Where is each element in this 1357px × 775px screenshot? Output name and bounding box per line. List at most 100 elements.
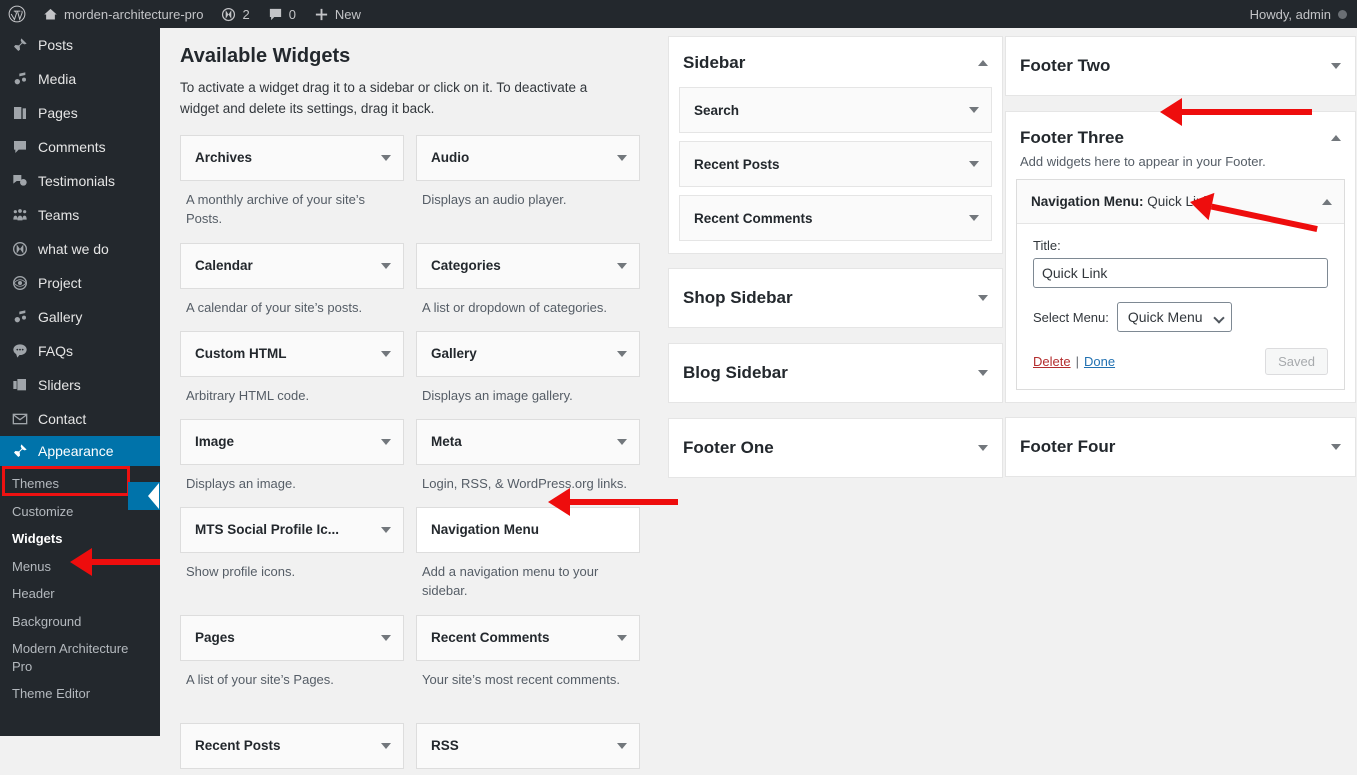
- sidebar-item-testimonials[interactable]: Testimonials: [0, 164, 160, 198]
- chevron-up-icon[interactable]: [1331, 135, 1341, 141]
- sidebar-panel-body-footer-three: Navigation Menu: Quick Link Title: Selec…: [1006, 179, 1355, 402]
- chevron-up-icon[interactable]: [978, 60, 988, 66]
- sidebar-item-appearance[interactable]: Appearance: [0, 436, 160, 466]
- available-widget-archives[interactable]: Archives: [180, 135, 404, 181]
- sidebar-panel-footer-four[interactable]: Footer Four: [1005, 417, 1356, 477]
- chevron-down-icon[interactable]: [978, 370, 988, 376]
- chevron-down-icon[interactable]: [969, 161, 979, 167]
- chevron-down-icon[interactable]: [381, 351, 391, 357]
- sidebar-widget-recent-posts[interactable]: Recent Posts: [679, 141, 992, 187]
- available-widget-rss[interactable]: RSS: [416, 723, 640, 769]
- save-button[interactable]: Saved: [1265, 348, 1328, 375]
- available-widget-gallery[interactable]: Gallery: [416, 331, 640, 377]
- sidebar-panel-header-shop-sidebar[interactable]: Shop Sidebar: [669, 269, 1002, 327]
- chevron-down-icon[interactable]: [617, 155, 627, 161]
- sidebar-panel-header-footer-one[interactable]: Footer One: [669, 419, 1002, 477]
- chevron-down-icon[interactable]: [381, 439, 391, 445]
- available-widget-recent-posts[interactable]: Recent Posts: [180, 723, 404, 769]
- chevron-down-icon[interactable]: [978, 295, 988, 301]
- sidebar-widget-recent-comments[interactable]: Recent Comments: [679, 195, 992, 241]
- sidebar-item-faqs[interactable]: FAQs: [0, 334, 160, 368]
- sidebar-item-project[interactable]: Project: [0, 266, 160, 300]
- submenu-item-modern-architecture-pro[interactable]: Modern Architecture Pro: [0, 635, 140, 680]
- sidebar-widget-header[interactable]: Search: [680, 88, 991, 132]
- chevron-down-icon[interactable]: [617, 439, 627, 445]
- updates-button[interactable]: 2: [212, 0, 258, 28]
- chevron-down-icon[interactable]: [617, 635, 627, 641]
- wordpress-logo-button[interactable]: [0, 0, 34, 28]
- sidebar-panel-header-footer-three[interactable]: Footer Three: [1006, 112, 1355, 154]
- sidebar-item-media[interactable]: Media: [0, 62, 160, 96]
- title-input[interactable]: [1033, 258, 1328, 288]
- available-widget-categories[interactable]: Categories: [416, 243, 640, 289]
- sidebar-item-posts[interactable]: Posts: [0, 28, 160, 62]
- my-account-menu[interactable]: Howdy, admin: [1250, 7, 1357, 22]
- chevron-down-icon[interactable]: [381, 155, 391, 161]
- comments-button[interactable]: 0: [259, 0, 305, 28]
- sidebar-widget-header[interactable]: Navigation Menu: Quick Link: [1017, 180, 1344, 224]
- chevron-down-icon[interactable]: [978, 445, 988, 451]
- collapse-menu-arrow-icon[interactable]: [148, 483, 159, 509]
- chevron-down-icon: [1213, 312, 1224, 323]
- available-widget-calendar[interactable]: Calendar: [180, 243, 404, 289]
- chevron-down-icon[interactable]: [617, 263, 627, 269]
- widget-description: Displays an audio player.: [416, 187, 640, 243]
- sidebar-widget-header[interactable]: Recent Posts: [680, 142, 991, 186]
- new-content-button[interactable]: New: [305, 0, 370, 28]
- submenu-item-theme-editor[interactable]: Theme Editor: [0, 680, 160, 708]
- available-widget-image[interactable]: Image: [180, 419, 404, 465]
- sidebar-panel-footer-two[interactable]: Footer Two: [1005, 36, 1356, 96]
- widget-cell: Archives A monthly archive of your site’…: [180, 135, 404, 243]
- available-widget-navigation-menu[interactable]: Navigation Menu: [416, 507, 640, 553]
- available-widget-mts-social-profile-icons[interactable]: MTS Social Profile Ic...: [180, 507, 404, 553]
- sidebar-item-comments[interactable]: Comments: [0, 130, 160, 164]
- widget-description: A list or dropdown of categories.: [416, 295, 640, 331]
- chevron-down-icon[interactable]: [1331, 444, 1341, 450]
- sidebar-panel-header-blog-sidebar[interactable]: Blog Sidebar: [669, 344, 1002, 402]
- sidebar-panel-shop-sidebar[interactable]: Shop Sidebar: [668, 268, 1003, 328]
- sidebar-item-label: Sliders: [36, 377, 81, 393]
- sidebar-panel-blog-sidebar[interactable]: Blog Sidebar: [668, 343, 1003, 403]
- sidebar-panel-header-footer-two[interactable]: Footer Two: [1006, 37, 1355, 95]
- chevron-down-icon[interactable]: [617, 743, 627, 749]
- sidebar-panel-header-footer-four[interactable]: Footer Four: [1006, 418, 1355, 476]
- chevron-down-icon[interactable]: [617, 351, 627, 357]
- available-widget-custom-html[interactable]: Custom HTML: [180, 331, 404, 377]
- chevron-down-icon[interactable]: [381, 635, 391, 641]
- delete-link[interactable]: Delete: [1033, 354, 1071, 369]
- sidebar-item-pages[interactable]: Pages: [0, 96, 160, 130]
- sidebar-item-sliders[interactable]: Sliders: [0, 368, 160, 402]
- updates-icon: [221, 7, 236, 22]
- chevron-down-icon[interactable]: [969, 107, 979, 113]
- site-name-menu[interactable]: morden-architecture-pro: [34, 0, 212, 28]
- chevron-down-icon[interactable]: [1331, 63, 1341, 69]
- select-menu-dropdown[interactable]: Quick Menu: [1117, 302, 1232, 332]
- chevron-down-icon[interactable]: [381, 263, 391, 269]
- sidebar-widget-header[interactable]: Recent Comments: [680, 196, 991, 240]
- submenu-item-widgets[interactable]: Widgets: [0, 525, 160, 553]
- sidebar-item-gallery[interactable]: Gallery: [0, 300, 160, 334]
- submenu-item-header[interactable]: Header: [0, 580, 160, 608]
- sidebar-panel-header-sidebar[interactable]: Sidebar: [669, 37, 1002, 87]
- chevron-up-icon[interactable]: [1322, 199, 1332, 205]
- chevron-down-icon[interactable]: [969, 215, 979, 221]
- sidebar-item-contact[interactable]: Contact: [0, 402, 160, 436]
- available-widget-audio[interactable]: Audio: [416, 135, 640, 181]
- sidebar-widget-search[interactable]: Search: [679, 87, 992, 133]
- sidebar-item-teams[interactable]: Teams: [0, 198, 160, 232]
- submenu-item-menus[interactable]: Menus: [0, 553, 160, 581]
- sidebar-widget-navigation-menu: Navigation Menu: Quick Link Title: Selec…: [1016, 179, 1345, 390]
- chevron-down-icon[interactable]: [381, 527, 391, 533]
- submenu-item-background[interactable]: Background: [0, 608, 160, 636]
- available-widget-meta[interactable]: Meta: [416, 419, 640, 465]
- comment-bubble-icon: [12, 139, 36, 155]
- available-widget-recent-comments[interactable]: Recent Comments: [416, 615, 640, 661]
- done-link[interactable]: Done: [1084, 354, 1115, 369]
- widget-description: A list of your site’s Pages.: [180, 667, 404, 723]
- chevron-down-icon[interactable]: [381, 743, 391, 749]
- sidebar-panel-footer-one[interactable]: Footer One: [668, 418, 1003, 478]
- sidebar-item-what-we-do[interactable]: what we do: [0, 232, 160, 266]
- select-menu-row: Select Menu: Quick Menu: [1033, 302, 1328, 332]
- available-widget-pages[interactable]: Pages: [180, 615, 404, 661]
- widget-cell: Navigation Menu Add a navigation menu to…: [416, 507, 640, 615]
